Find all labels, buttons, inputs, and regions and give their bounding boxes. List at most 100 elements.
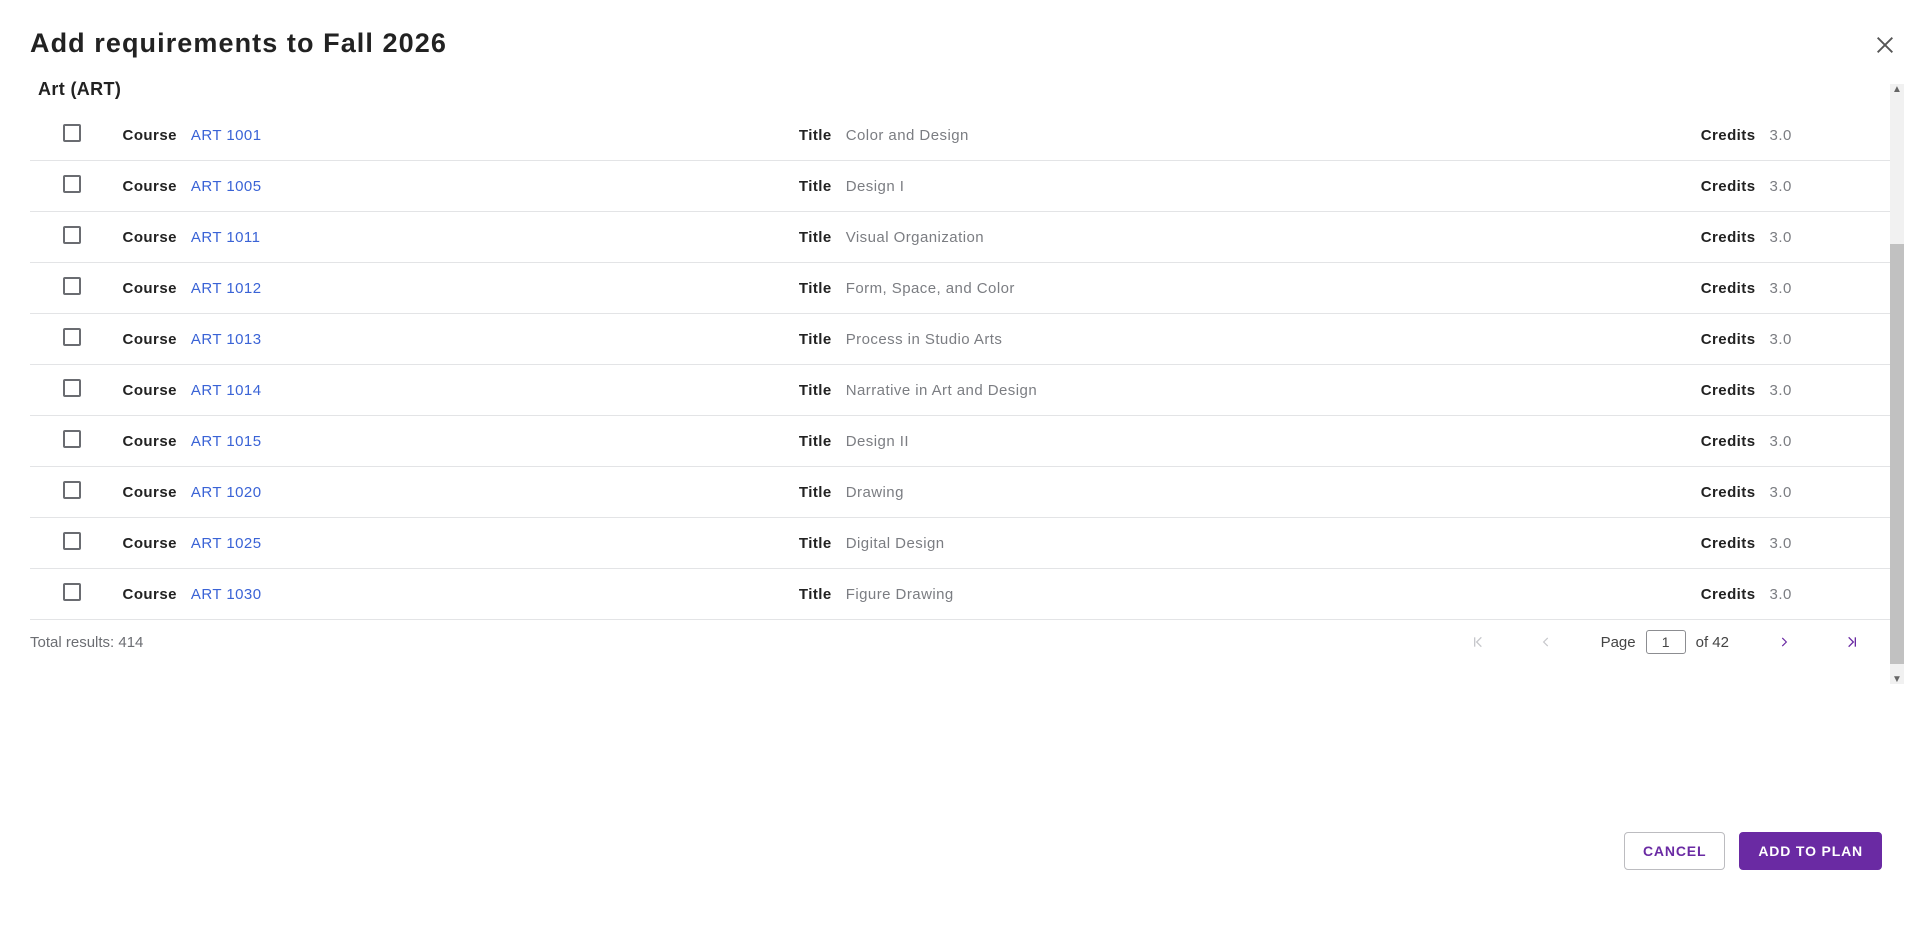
course-group-heading: Art (ART) [38, 79, 1890, 100]
credits-label: Credits [1701, 586, 1756, 603]
course-credits: 3.0 [1770, 586, 1792, 603]
total-results-label: Total results: 414 [30, 634, 143, 651]
course-code-link[interactable]: ART 1005 [191, 178, 262, 195]
row-checkbox[interactable] [63, 124, 81, 142]
credits-label: Credits [1701, 178, 1756, 195]
title-label: Title [799, 127, 832, 144]
course-code-link[interactable]: ART 1025 [191, 535, 262, 552]
credits-label: Credits [1701, 127, 1756, 144]
course-label: Course [123, 433, 177, 450]
title-label: Title [799, 433, 832, 450]
table-row: CourseART 1015TitleDesign IICredits3.0 [30, 416, 1890, 467]
course-code-link[interactable]: ART 1012 [191, 280, 262, 297]
scrollbar-down-icon[interactable]: ▼ [1890, 672, 1904, 686]
course-label: Course [123, 382, 177, 399]
row-checkbox[interactable] [63, 532, 81, 550]
course-title: Drawing [846, 484, 904, 501]
course-label: Course [123, 586, 177, 603]
credits-label: Credits [1701, 382, 1756, 399]
course-title: Design II [846, 433, 909, 450]
pager-next-button[interactable] [1771, 629, 1797, 655]
table-row: CourseART 1025TitleDigital DesignCredits… [30, 518, 1890, 569]
course-title: Color and Design [846, 127, 969, 144]
title-label: Title [799, 382, 832, 399]
scrollbar-up-icon[interactable]: ▲ [1890, 82, 1904, 96]
add-to-plan-button[interactable]: ADD TO PLAN [1739, 832, 1882, 870]
title-label: Title [799, 229, 832, 246]
course-title: Visual Organization [846, 229, 984, 246]
table-row: Course ART 1011 Title Visual Organization Cr… [30, 212, 1890, 263]
page-of-label: of 42 [1696, 634, 1729, 651]
course-credits: 3.0 [1770, 484, 1792, 501]
chevron-right-icon [1777, 635, 1791, 649]
credits-label: Credits [1701, 280, 1756, 297]
add-requirements-dialog: Add requirements to Fall 2026 ▲ ▼ Art (A… [0, 0, 1920, 948]
row-checkbox[interactable] [63, 277, 81, 295]
course-title: Process in Studio Arts [846, 331, 1003, 348]
course-credits: 3.0 [1770, 433, 1792, 450]
pager-first-button[interactable] [1465, 629, 1491, 655]
dialog-footer: CANCEL ADD TO PLAN [1624, 832, 1882, 870]
course-credits: 3.0 [1770, 535, 1792, 552]
title-label: Title [799, 586, 832, 603]
table-row: Course ART 1030 Title Figure Drawing Credits… [30, 569, 1890, 620]
table-row: Course ART 1014 Title Narrative in Art and … [30, 365, 1890, 416]
course-label: Course [123, 280, 177, 297]
page-label: Page [1601, 634, 1636, 651]
course-table: Course ART 1001 Title Color and Design Credi… [30, 110, 1890, 620]
course-label: Course [123, 127, 177, 144]
title-label: Title [799, 178, 832, 195]
page-input[interactable] [1646, 630, 1686, 654]
dialog-title: Add requirements to Fall 2026 [30, 28, 1890, 59]
credits-label: Credits [1701, 229, 1756, 246]
course-label: Course [123, 229, 177, 246]
table-row: Course ART 1001 Title Color and Design Credi… [30, 110, 1890, 161]
chevron-left-icon [1539, 635, 1553, 649]
title-label: Title [799, 331, 832, 348]
course-title: Figure Drawing [846, 586, 954, 603]
course-code-link[interactable]: ART 1013 [191, 331, 262, 348]
course-title: Design I [846, 178, 905, 195]
row-checkbox[interactable] [63, 379, 81, 397]
chevron-first-icon [1470, 634, 1486, 650]
title-label: Title [799, 280, 832, 297]
pager: Total results: 414 Page of 42 [30, 618, 1865, 666]
title-label: Title [799, 484, 832, 501]
row-checkbox[interactable] [63, 481, 81, 499]
row-checkbox[interactable] [63, 430, 81, 448]
table-row: Course ART 1013 Title Process in Studio Art… [30, 314, 1890, 365]
course-label: Course [123, 484, 177, 501]
course-code-link[interactable]: ART 1014 [191, 382, 262, 399]
course-title: Narrative in Art and Design [846, 382, 1037, 399]
row-checkbox[interactable] [63, 175, 81, 193]
pager-prev-button[interactable] [1533, 629, 1559, 655]
course-label: Course [123, 178, 177, 195]
title-label: Title [799, 535, 832, 552]
close-icon [1874, 34, 1896, 56]
page-indicator: Page of 42 [1601, 630, 1729, 654]
course-code-link[interactable]: ART 1011 [191, 229, 260, 246]
cancel-button[interactable]: CANCEL [1624, 832, 1725, 870]
course-label: Course [123, 331, 177, 348]
credits-label: Credits [1701, 535, 1756, 552]
row-checkbox[interactable] [63, 583, 81, 601]
course-credits: 3.0 [1770, 178, 1792, 195]
course-credits: 3.0 [1770, 280, 1792, 297]
pager-last-button[interactable] [1839, 629, 1865, 655]
table-row: Course ART 1012 Title Form, Space, and Colo… [30, 263, 1890, 314]
row-checkbox[interactable] [63, 328, 81, 346]
vertical-scrollbar[interactable]: ▲ ▼ [1890, 84, 1904, 684]
close-button[interactable] [1868, 28, 1902, 62]
course-code-link[interactable]: ART 1001 [191, 127, 262, 144]
course-credits: 3.0 [1770, 229, 1792, 246]
course-credits: 3.0 [1770, 127, 1792, 144]
course-credits: 3.0 [1770, 382, 1792, 399]
course-code-link[interactable]: ART 1020 [191, 484, 262, 501]
course-code-link[interactable]: ART 1015 [191, 433, 262, 450]
course-code-link[interactable]: ART 1030 [191, 586, 262, 603]
table-row: CourseART 1020TitleDrawingCredits3.0 [30, 467, 1890, 518]
course-title: Form, Space, and Color [846, 280, 1015, 297]
scrollbar-thumb[interactable] [1890, 244, 1904, 664]
course-label: Course [123, 535, 177, 552]
row-checkbox[interactable] [63, 226, 81, 244]
